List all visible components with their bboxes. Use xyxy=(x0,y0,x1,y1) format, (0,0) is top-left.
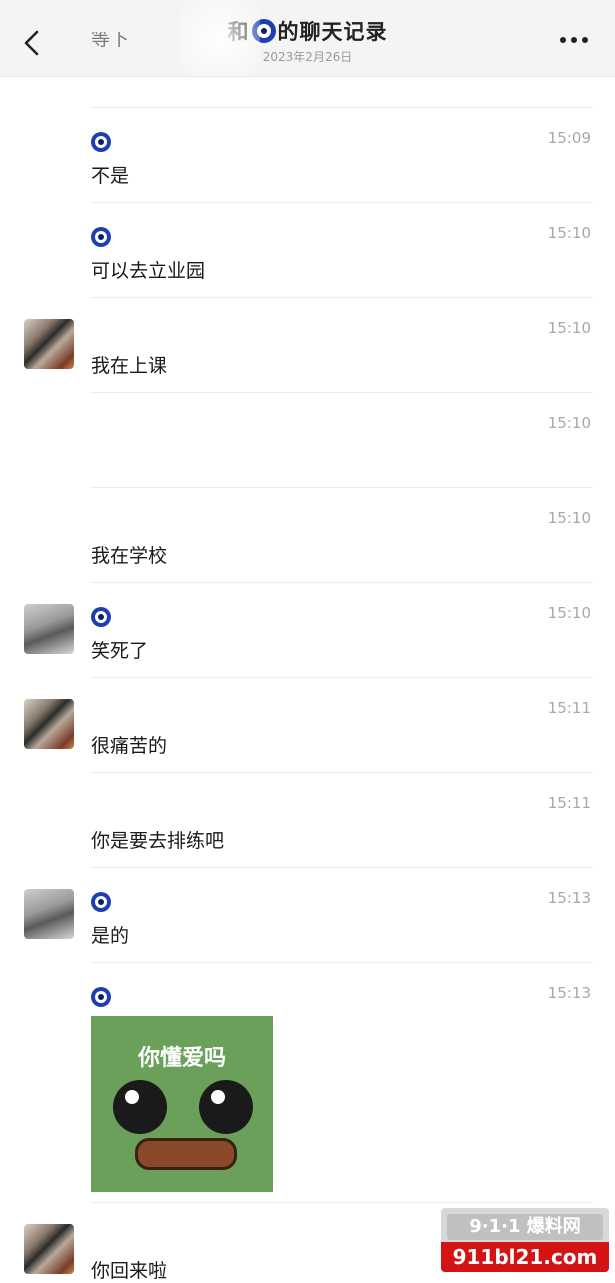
message-time: 15:10 xyxy=(547,509,591,527)
divider xyxy=(90,202,593,203)
message-text: 我在上课 xyxy=(91,355,168,377)
watermark-logo: 9·1·1 爆料网 xyxy=(447,1214,603,1240)
nazar-eye-icon xyxy=(91,131,111,152)
sticker-mouth xyxy=(135,1138,237,1170)
message-time: 15:10 xyxy=(547,224,591,242)
avatar[interactable] xyxy=(24,604,74,654)
message-list[interactable]: 等下 15:09 不是 15:10 可以去立业园 15:10 我在上课 15:1… xyxy=(0,32,615,1282)
nazar-eye-icon xyxy=(91,891,111,912)
divider xyxy=(90,582,593,583)
divider xyxy=(90,772,593,773)
list-item: 15:13 你懂爱吗 xyxy=(0,962,615,1202)
message-time: 15:10 xyxy=(547,604,591,622)
sticker-image[interactable]: 你懂爱吗 xyxy=(91,1016,273,1192)
list-item: 15:10 笑死了 xyxy=(0,582,615,677)
message-time: 15:11 xyxy=(547,794,591,812)
nazar-eye-icon xyxy=(91,606,111,627)
list-item: 15:10 我在学校 xyxy=(0,487,615,582)
message-time: 15:09 xyxy=(547,129,591,147)
message-text: 不是 xyxy=(91,165,130,187)
divider xyxy=(90,392,593,393)
message-text: 笑死了 xyxy=(91,640,149,662)
watermark: 9·1·1 爆料网 911bl21.com xyxy=(441,1208,609,1272)
list-item: 等下 xyxy=(0,32,615,76)
message-time: 15:11 xyxy=(547,699,591,717)
message-text: 我在学校 xyxy=(91,545,168,567)
message-text: 你回来啦 xyxy=(91,1260,168,1282)
sticker-caption: 你懂爱吗 xyxy=(137,1046,226,1071)
sticker-eye xyxy=(113,1080,167,1134)
divider xyxy=(90,1202,593,1203)
message-time: 15:13 xyxy=(547,984,591,1002)
avatar[interactable] xyxy=(24,1224,74,1274)
divider xyxy=(90,107,593,108)
nazar-eye-icon xyxy=(91,986,111,1007)
divider xyxy=(90,677,593,678)
sender-marker xyxy=(91,226,111,247)
divider xyxy=(90,297,593,298)
message-text: 可以去立业园 xyxy=(91,260,206,282)
nazar-eye-icon xyxy=(91,226,111,247)
message-text: 等下 xyxy=(91,32,130,50)
message-time: 15:13 xyxy=(547,889,591,907)
watermark-url: 911bl21.com xyxy=(441,1242,609,1272)
list-item: 15:10 我在上课 xyxy=(0,297,615,392)
avatar[interactable] xyxy=(24,319,74,369)
message-time: 15:10 xyxy=(547,414,591,432)
list-item: 15:11 你是要去排练吧 xyxy=(0,772,615,867)
sender-marker xyxy=(91,986,111,1007)
sticker-eye xyxy=(199,1080,253,1134)
avatar[interactable] xyxy=(24,699,74,749)
message-text: 是的 xyxy=(91,925,130,947)
sender-marker xyxy=(91,891,111,912)
divider xyxy=(90,487,593,488)
divider xyxy=(90,867,593,868)
sender-marker xyxy=(91,606,111,627)
list-item: 15:09 不是 xyxy=(0,107,615,202)
list-item: 15:10 xyxy=(0,392,615,487)
divider xyxy=(90,962,593,963)
list-item: 15:10 可以去立业园 xyxy=(0,202,615,297)
message-time: 15:10 xyxy=(547,319,591,337)
avatar[interactable] xyxy=(24,889,74,939)
message-text: 很痛苦的 xyxy=(91,735,168,757)
message-text: 你是要去排练吧 xyxy=(91,830,225,852)
sender-marker xyxy=(91,131,111,152)
list-item: 15:13 是的 xyxy=(0,867,615,962)
list-item: 15:11 很痛苦的 xyxy=(0,677,615,772)
